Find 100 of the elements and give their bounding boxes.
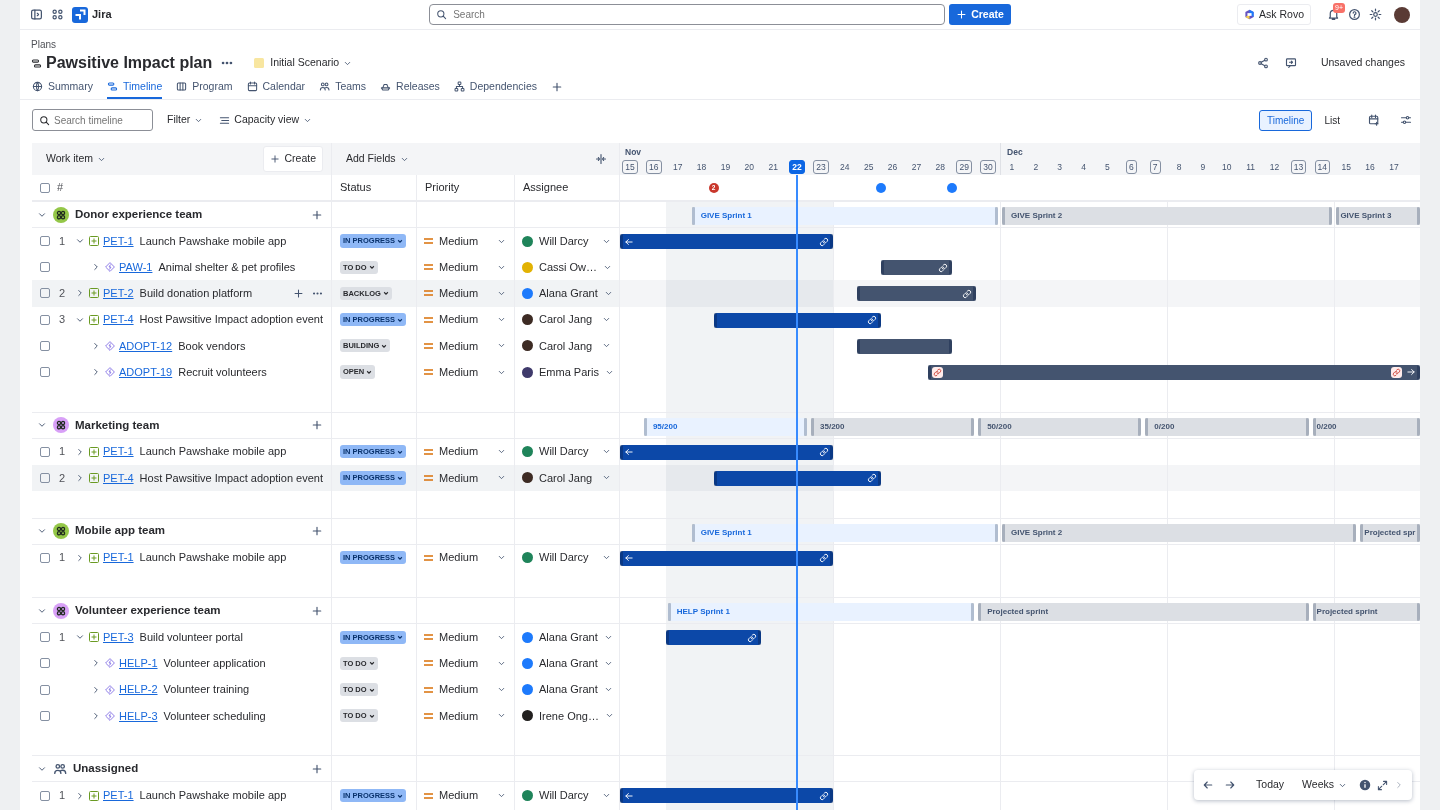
bar-end-handle[interactable] <box>949 338 953 354</box>
view-tab[interactable]: Calendar <box>246 78 306 99</box>
timeline-bar[interactable] <box>713 470 881 486</box>
view-tab[interactable]: Summary <box>32 78 93 99</box>
row-checkbox[interactable] <box>40 340 50 351</box>
item-key-link[interactable]: PET-1 <box>103 232 134 250</box>
link-icon[interactable] <box>866 315 877 326</box>
chevron-right-icon[interactable] <box>75 446 85 457</box>
select-all-checkbox[interactable] <box>40 182 50 193</box>
chevron-right-icon[interactable] <box>91 367 101 378</box>
sprint-label[interactable]: GIVE Sprint 1 <box>691 207 999 225</box>
timeline-bar[interactable] <box>856 286 977 302</box>
search-field[interactable]: Search <box>429 4 946 25</box>
bar-start-handle[interactable] <box>880 260 884 276</box>
calendar-add-icon[interactable] <box>1368 114 1380 126</box>
app-switcher-icon[interactable] <box>51 8 64 21</box>
create-button[interactable]: Create <box>949 4 1011 25</box>
priority-value[interactable]: Medium <box>439 285 479 302</box>
sprint-start-handle[interactable] <box>667 603 671 622</box>
bar-end-handle[interactable] <box>877 470 881 486</box>
arrow-right-icon[interactable] <box>1224 779 1237 791</box>
sprint-start-handle[interactable] <box>978 417 982 436</box>
assignee-name[interactable]: Carol Jang <box>539 469 593 487</box>
sprint-start-handle[interactable] <box>1145 417 1149 436</box>
bar-start-handle[interactable] <box>713 312 717 328</box>
row-checkbox[interactable] <box>40 288 50 299</box>
sprint-start-handle[interactable] <box>1360 523 1364 542</box>
row-checkbox[interactable] <box>40 710 50 721</box>
bar-end-handle[interactable] <box>829 444 833 460</box>
bar-start-handle[interactable] <box>856 338 860 354</box>
milestone-marker[interactable] <box>947 183 958 193</box>
timeline-bar[interactable] <box>880 260 953 276</box>
sprint-end-handle[interactable] <box>1417 603 1420 622</box>
share-icon[interactable] <box>1256 57 1269 69</box>
timeline-bar[interactable] <box>665 630 762 646</box>
item-key-link[interactable]: PAW-1 <box>119 259 153 276</box>
sprint-label[interactable]: Projected sprint <box>978 603 1309 622</box>
sprint-start-handle[interactable] <box>1312 603 1316 622</box>
priority-value[interactable]: Medium <box>439 549 479 566</box>
item-key-link[interactable]: ADOPT-12 <box>119 337 173 355</box>
row-checkbox[interactable] <box>40 314 50 325</box>
chevron-down-icon[interactable] <box>37 526 47 536</box>
timeline-bar[interactable] <box>620 788 833 804</box>
add-item-icon[interactable] <box>311 604 323 617</box>
assignee-name[interactable]: Alana Grant <box>539 285 598 302</box>
chevron-right-icon[interactable] <box>91 262 101 273</box>
timeline-bar[interactable] <box>713 312 881 328</box>
sprint-end-handle[interactable] <box>804 417 808 436</box>
link-icon[interactable] <box>747 632 758 643</box>
bar-start-handle[interactable] <box>620 788 623 804</box>
search-timeline-field[interactable]: Search timeline <box>32 109 153 131</box>
bar-start-handle[interactable] <box>620 444 623 460</box>
row-checkbox[interactable] <box>40 446 50 457</box>
view-tab[interactable]: Timeline <box>106 78 163 99</box>
sprint-end-handle[interactable] <box>971 417 975 436</box>
sidebar-toggle-icon[interactable] <box>30 8 43 21</box>
bar-end-handle[interactable] <box>758 630 762 646</box>
item-key-link[interactable]: HELP-3 <box>119 707 158 725</box>
bar-end-handle[interactable] <box>1417 364 1420 380</box>
chevron-right-icon[interactable] <box>91 710 101 721</box>
logo-icon[interactable] <box>72 6 88 23</box>
assignee-name[interactable]: Irene Ong… <box>539 707 599 725</box>
work-item-sort-button[interactable]: Work item <box>40 149 113 169</box>
chevron-right-icon[interactable] <box>91 684 101 695</box>
sprint-end-handle[interactable] <box>1417 207 1420 225</box>
sprint-label[interactable]: 0/200 <box>1312 417 1420 436</box>
add-item-icon[interactable] <box>311 419 323 432</box>
timeline-bar[interactable] <box>620 444 833 460</box>
priority-value[interactable]: Medium <box>439 363 479 381</box>
add-tab-icon[interactable] <box>551 80 563 93</box>
bar-start-handle[interactable] <box>928 364 932 380</box>
chevron-right-icon[interactable] <box>75 552 85 563</box>
add-item-icon[interactable] <box>311 762 323 775</box>
sprint-label[interactable]: GIVE Sprint 2 <box>1002 207 1333 225</box>
assignee-name[interactable]: Alana Grant <box>539 655 598 672</box>
row-checkbox[interactable] <box>40 632 50 643</box>
assignee-name[interactable]: Alana Grant <box>539 681 598 698</box>
view-tab[interactable]: Dependencies <box>453 78 537 99</box>
bar-end-handle[interactable] <box>829 550 833 566</box>
item-key-link[interactable]: PET-4 <box>103 311 134 328</box>
sprint-label[interactable]: 95/200 <box>643 417 807 436</box>
breadcrumb-link[interactable]: Plans <box>31 39 56 50</box>
priority-value[interactable]: Medium <box>439 443 479 460</box>
milestone-marker[interactable] <box>875 183 886 193</box>
link-icon[interactable] <box>818 553 829 563</box>
sprint-end-handle[interactable] <box>995 523 999 542</box>
item-key-link[interactable]: PET-2 <box>103 285 134 302</box>
settings-icon[interactable] <box>1369 8 1382 21</box>
bar-start-handle[interactable] <box>620 550 623 566</box>
sprint-start-handle[interactable] <box>643 417 647 436</box>
ask-rovo-button[interactable]: Ask Rovo <box>1237 3 1311 26</box>
chevron-right-icon[interactable] <box>91 340 101 351</box>
priority-value[interactable]: Medium <box>439 681 479 698</box>
priority-value[interactable]: Medium <box>439 707 479 725</box>
timeline-bar[interactable] <box>856 338 953 354</box>
sprint-label[interactable]: Projected spr <box>1360 523 1420 542</box>
sprint-label[interactable]: 35/200 <box>811 417 975 436</box>
sliders-icon[interactable] <box>1400 114 1412 126</box>
assignee-name[interactable]: Will Darcy <box>539 787 589 804</box>
item-key-link[interactable]: PET-1 <box>103 787 134 804</box>
